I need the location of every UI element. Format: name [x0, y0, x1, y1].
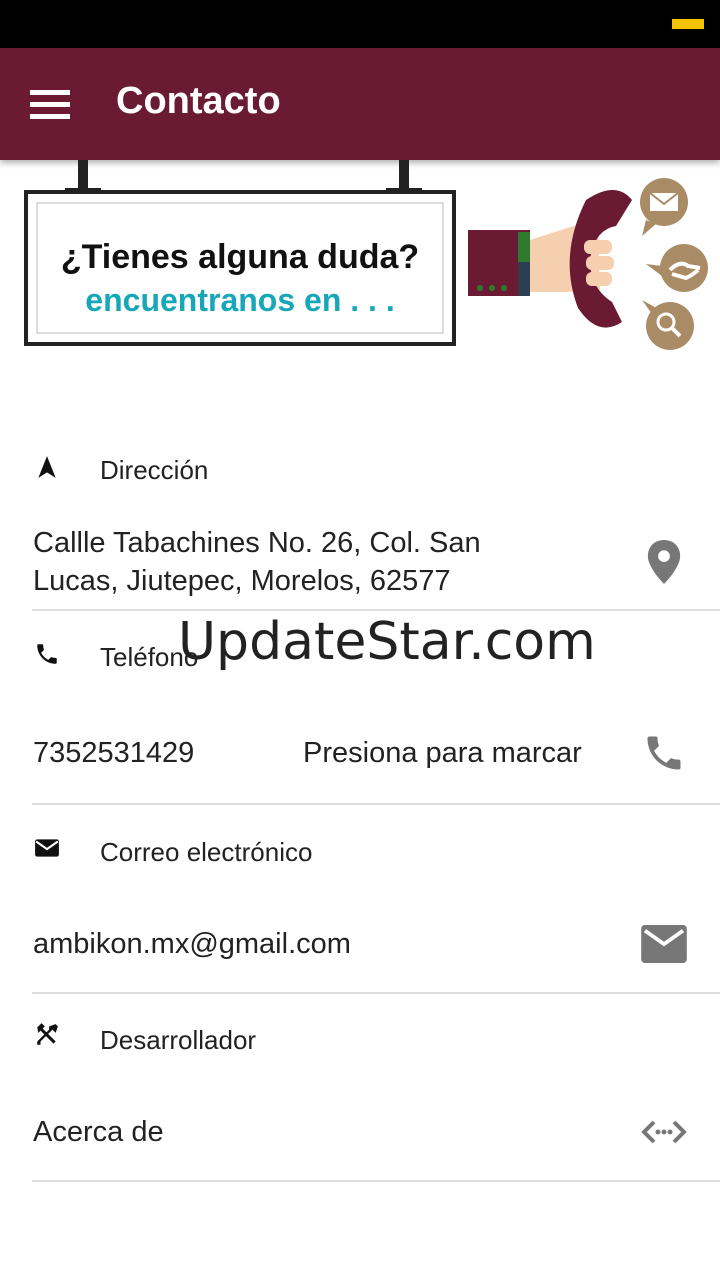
map-pin-icon[interactable]	[646, 540, 682, 584]
sign-panel: ¿Tienes alguna duda? encuentranos en . .…	[36, 202, 444, 334]
divider	[32, 992, 720, 994]
app-bar: Contacto	[0, 48, 720, 160]
divider	[32, 609, 720, 611]
envelope-icon	[35, 839, 59, 857]
divider	[32, 803, 720, 805]
developer-label: Desarrollador	[100, 1025, 257, 1055]
question-sign: ¿Tienes alguna duda? encuentranos en . .…	[24, 190, 456, 346]
battery-icon	[672, 19, 704, 29]
code-arrows-icon[interactable]	[640, 1116, 688, 1148]
banner-subtitle: encuentranos en . . .	[85, 282, 395, 318]
phone-call-illustration	[468, 178, 708, 350]
address-label: Dirección	[100, 455, 209, 485]
tools-icon	[37, 1023, 58, 1045]
watermark: UpdateStar.com	[178, 612, 596, 672]
address-value[interactable]: Callle Tabachines No. 26, Col. San Lucas…	[33, 524, 481, 600]
send-email-icon[interactable]	[641, 925, 687, 963]
banner-question: ¿Tienes alguna duda?	[60, 238, 420, 276]
about-link[interactable]: Acerca de	[33, 1113, 164, 1151]
navigation-arrow-icon	[38, 456, 56, 478]
address-line-2: Lucas, Jiutepec, Morelos, 62577	[33, 565, 451, 597]
email-label: Correo electrónico	[100, 837, 313, 867]
contact-banner: ¿Tienes alguna duda? encuentranos en . .…	[0, 160, 720, 390]
phone-icon	[37, 644, 57, 664]
page-title: Contacto	[116, 80, 281, 122]
dial-prompt[interactable]: Presiona para marcar	[303, 734, 582, 772]
status-bar	[0, 0, 720, 48]
address-line-1: Callle Tabachines No. 26, Col. San	[33, 527, 481, 559]
email-value[interactable]: ambikon.mx@gmail.com	[33, 925, 351, 963]
phone-call-button-icon[interactable]	[642, 731, 686, 775]
phone-value[interactable]: 7352531429	[33, 734, 194, 772]
hamburger-menu-icon[interactable]	[30, 90, 70, 120]
divider	[32, 1180, 720, 1182]
